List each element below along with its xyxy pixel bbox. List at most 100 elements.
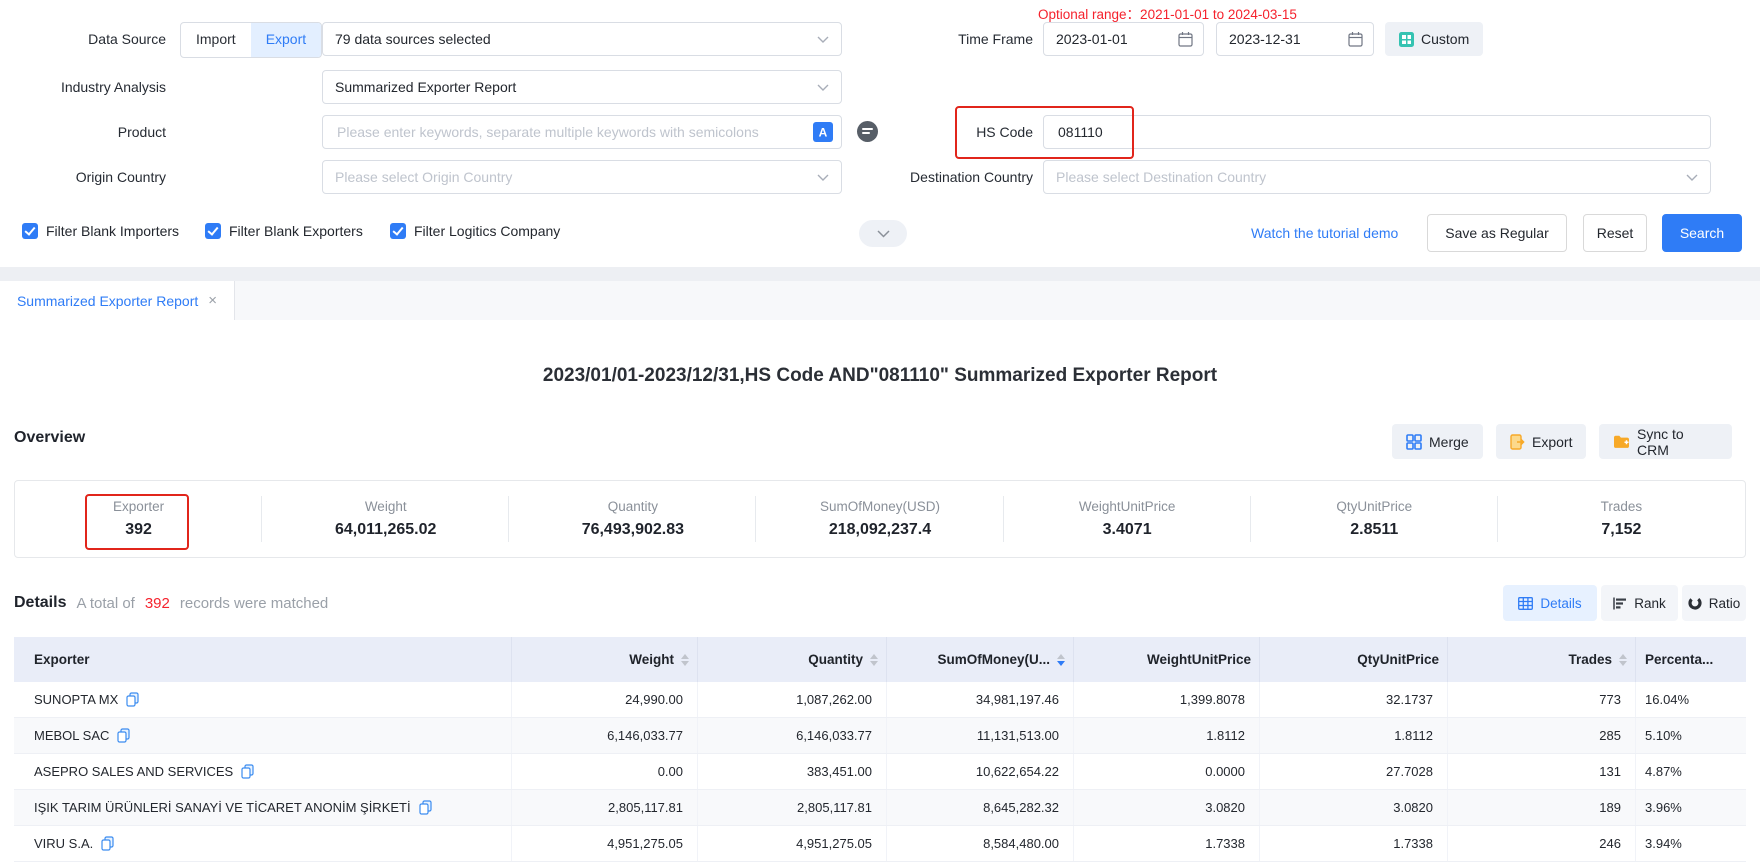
cell-qty-unit-price: 3.0820 xyxy=(1260,790,1448,825)
save-as-regular-button[interactable]: Save as Regular xyxy=(1427,214,1567,252)
industry-analysis-value: Summarized Exporter Report xyxy=(335,79,516,95)
exporter-name[interactable]: ASEPRO SALES AND SERVICES xyxy=(34,764,233,779)
custom-range-button[interactable]: Custom xyxy=(1385,22,1483,56)
destination-country-dropdown[interactable]: Please select Destination Country xyxy=(1043,160,1711,194)
table-row: IŞIK TARIM ÜRÜNLERİ SANAYİ VE TİCARET AN… xyxy=(14,790,1746,826)
view-details-button[interactable]: Details xyxy=(1503,585,1597,621)
copy-icon[interactable] xyxy=(126,692,139,707)
exporter-name[interactable]: SUNOPTA MX xyxy=(34,692,118,707)
table-header: Exporter Weight Quantity SumOfMoney(U...… xyxy=(14,637,1746,682)
cell-trades: 246 xyxy=(1448,826,1636,861)
translate-icon[interactable]: A xyxy=(813,122,833,142)
col-header-weight[interactable]: Weight xyxy=(512,637,698,682)
view-ratio-button[interactable]: Ratio xyxy=(1682,585,1746,621)
table-row: ASEPRO SALES AND SERVICES 0.00 383,451.0… xyxy=(14,754,1746,790)
import-toggle[interactable]: Import xyxy=(181,23,251,57)
origin-country-label: Origin Country xyxy=(0,159,166,195)
svg-text:A: A xyxy=(819,126,828,140)
cell-percentage: 4.87% xyxy=(1636,754,1746,789)
industry-analysis-dropdown[interactable]: Summarized Exporter Report xyxy=(322,70,842,104)
product-keywords-input[interactable] xyxy=(335,123,813,141)
cell-weight-unit-price: 1.8112 xyxy=(1074,718,1260,753)
filter-row-countries: Origin Country Please select Origin Coun… xyxy=(0,159,1760,195)
stat-label: SumOfMoney(USD) xyxy=(820,499,940,514)
summary-count: 392 xyxy=(145,595,170,612)
col-header-sum-of-money[interactable]: SumOfMoney(U... xyxy=(887,637,1074,682)
hs-code-input-wrap xyxy=(1043,115,1711,149)
hs-code-input[interactable] xyxy=(1056,123,1698,141)
end-date-input[interactable]: 2023-12-31 xyxy=(1216,22,1374,56)
merge-button[interactable]: Merge xyxy=(1392,424,1483,459)
data-sources-value: 79 data sources selected xyxy=(335,31,491,47)
search-button[interactable]: Search xyxy=(1662,214,1742,252)
summary-suffix: records were matched xyxy=(180,595,328,612)
sort-desc-active-icon xyxy=(1057,654,1065,666)
cell-weight: 6,146,033.77 xyxy=(512,718,698,753)
tab-close-icon[interactable]: × xyxy=(208,292,217,309)
cell-exporter: IŞIK TARIM ÜRÜNLERİ SANAYİ VE TİCARET AN… xyxy=(14,790,512,825)
stat-exporter: Exporter 392 xyxy=(15,481,262,557)
export-button[interactable]: Export xyxy=(1496,424,1586,459)
origin-country-dropdown[interactable]: Please select Origin Country xyxy=(322,160,842,194)
reset-button[interactable]: Reset xyxy=(1583,214,1647,252)
col-header-percentage: Percenta... xyxy=(1636,637,1746,682)
product-label: Product xyxy=(0,114,166,150)
cell-weight-unit-price: 1.7338 xyxy=(1074,826,1260,861)
stat-value: 64,011,265.02 xyxy=(335,521,436,539)
table-row: MEBOL SAC 6,146,033.77 6,146,033.77 11,1… xyxy=(14,718,1746,754)
exporter-name[interactable]: IŞIK TARIM ÜRÜNLERİ SANAYİ VE TİCARET AN… xyxy=(34,800,411,815)
exporter-name[interactable]: MEBOL SAC xyxy=(34,728,109,743)
cell-qty-unit-price: 1.8112 xyxy=(1260,718,1448,753)
copy-icon[interactable] xyxy=(117,728,130,743)
export-file-icon xyxy=(1510,434,1525,450)
col-header-quantity[interactable]: Quantity xyxy=(698,637,887,682)
checkbox-checked-icon xyxy=(205,223,221,239)
filter-blank-importers-checkbox[interactable]: Filter Blank Importers xyxy=(22,223,179,239)
cell-weight: 24,990.00 xyxy=(512,682,698,717)
copy-icon[interactable] xyxy=(419,800,432,815)
col-label: Exporter xyxy=(34,652,90,667)
cell-quantity: 1,087,262.00 xyxy=(698,682,887,717)
cell-weight: 4,951,275.05 xyxy=(512,826,698,861)
cell-weight-unit-price: 3.0820 xyxy=(1074,790,1260,825)
cell-weight-unit-price: 1,399.8078 xyxy=(1074,682,1260,717)
checkbox-label: Filter Blank Importers xyxy=(46,223,179,239)
checkbox-checked-icon xyxy=(390,223,406,239)
cell-exporter: VIRU S.A. xyxy=(14,826,512,861)
col-label: Percenta... xyxy=(1645,652,1713,667)
stat-trades: Trades 7,152 xyxy=(1498,481,1745,557)
tutorial-link[interactable]: Watch the tutorial demo xyxy=(1251,213,1398,253)
cell-trades: 131 xyxy=(1448,754,1636,789)
sort-icon xyxy=(681,654,689,666)
filter-row-industry: Industry Analysis Summarized Exporter Re… xyxy=(0,69,1760,105)
filter-row-actions: Filter Blank Importers Filter Blank Expo… xyxy=(0,213,1760,253)
folder-plus-icon xyxy=(1613,434,1630,449)
col-label: SumOfMoney(U... xyxy=(937,652,1050,667)
summary-prefix: A total of xyxy=(76,595,134,612)
cell-trades: 285 xyxy=(1448,718,1636,753)
cell-exporter: MEBOL SAC xyxy=(14,718,512,753)
origin-country-placeholder: Please select Origin Country xyxy=(335,169,512,185)
filter-logistics-company-checkbox[interactable]: Filter Logitics Company xyxy=(390,223,560,239)
tab-summarized-exporter-report[interactable]: Summarized Exporter Report × xyxy=(0,281,234,320)
chevron-down-icon xyxy=(817,36,829,43)
view-rank-button[interactable]: Rank xyxy=(1601,585,1678,621)
collapse-filters-button[interactable] xyxy=(859,220,907,247)
sync-to-crm-button[interactable]: Sync to CRM xyxy=(1599,424,1732,459)
filter-blank-exporters-checkbox[interactable]: Filter Blank Exporters xyxy=(205,223,363,239)
cell-percentage: 5.10% xyxy=(1636,718,1746,753)
data-sources-dropdown[interactable]: 79 data sources selected xyxy=(322,22,842,56)
cell-percentage: 16.04% xyxy=(1636,682,1746,717)
copy-icon[interactable] xyxy=(241,764,254,779)
stat-value: 7,152 xyxy=(1601,521,1641,539)
col-label: Weight xyxy=(629,652,674,667)
chevron-down-icon xyxy=(1686,174,1698,181)
destination-country-placeholder: Please select Destination Country xyxy=(1056,169,1266,185)
start-date-input[interactable]: 2023-01-01 xyxy=(1043,22,1204,56)
export-toggle[interactable]: Export xyxy=(251,23,321,57)
tab-bar: Summarized Exporter Report × xyxy=(0,267,1760,320)
details-table: Exporter Weight Quantity SumOfMoney(U...… xyxy=(14,637,1746,862)
rank-icon xyxy=(1613,597,1627,610)
stat-value: 76,493,902.83 xyxy=(582,521,684,539)
col-header-trades[interactable]: Trades xyxy=(1448,637,1636,682)
